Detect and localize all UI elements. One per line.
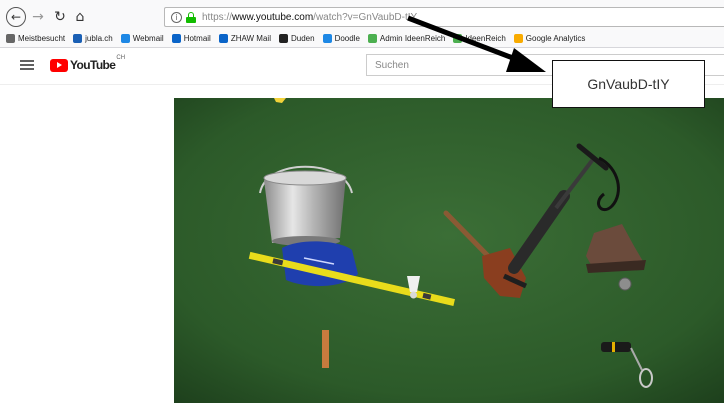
- youtube-play-icon: [50, 58, 68, 72]
- back-arrow-icon[interactable]: ←: [6, 7, 26, 27]
- bookmark-item[interactable]: jubla.ch: [73, 34, 113, 43]
- info-icon[interactable]: i: [171, 11, 182, 23]
- forward-arrow-icon[interactable]: →: [30, 8, 46, 26]
- callout-text: GnVaubD-tIY: [587, 76, 670, 92]
- leaf-icon: [367, 34, 377, 43]
- outlook-icon: [171, 34, 181, 43]
- youtube-region: CH: [116, 55, 126, 61]
- youtube-logo[interactable]: YouTube CH: [50, 55, 126, 73]
- gear-icon: [6, 34, 15, 43]
- bookmark-label: jubla.ch: [85, 34, 113, 43]
- globe-icon: [73, 34, 83, 43]
- bookmark-item[interactable]: ZHAW Mail: [218, 34, 271, 43]
- screenshot-root: ← → ↻ ⌂ i https://www.youtube.com/watch?…: [0, 0, 724, 403]
- search-placeholder: Suchen: [375, 59, 409, 71]
- turf-background: [174, 98, 724, 403]
- reload-icon[interactable]: ↻: [52, 8, 68, 26]
- bookmark-label: ZHAW Mail: [230, 34, 271, 43]
- bookmark-label: IdeenReich: [465, 34, 506, 43]
- petanque-ball: [618, 277, 632, 291]
- bookmark-item[interactable]: Doodle: [322, 34, 360, 43]
- bookmark-item[interactable]: Duden: [278, 34, 315, 43]
- bookmarks-bar: Meistbesucht jubla.ch Webmail Hotmail ZHAW M…: [0, 30, 724, 48]
- outlook-icon: [218, 34, 228, 43]
- bookmark-label: Webmail: [132, 34, 164, 43]
- home-icon[interactable]: ⌂: [72, 8, 88, 26]
- video-player[interactable]: [174, 98, 724, 403]
- doodle-icon: [322, 34, 332, 43]
- bookmark-item[interactable]: Hotmail: [171, 34, 211, 43]
- wooden-stick: [322, 330, 329, 368]
- bookmark-item[interactable]: Webmail: [120, 34, 164, 43]
- lock-icon[interactable]: [186, 11, 196, 23]
- bookmark-label: Admin IdeenReich: [379, 34, 446, 43]
- url-text: https://www.youtube.com/watch?v=GnVaubD-…: [202, 12, 417, 23]
- url-host: www.youtube.com: [232, 11, 314, 23]
- bookmark-item[interactable]: Admin IdeenReich: [367, 34, 446, 43]
- duden-icon: [278, 34, 288, 43]
- metal-bucket: [259, 165, 353, 246]
- bookmark-label: Hotmail: [183, 34, 211, 43]
- bookmark-label: Meistbesucht: [18, 34, 66, 43]
- bookmark-label: Doodle: [334, 34, 360, 43]
- url-path: /watch?v=GnVaubD-tIY: [313, 11, 418, 23]
- bookmark-item[interactable]: IdeenReich: [453, 34, 506, 43]
- url-bar[interactable]: i https://www.youtube.com/watch?v=GnVaub…: [164, 7, 724, 27]
- bookmark-item[interactable]: Google Analytics: [513, 34, 586, 43]
- leaf-icon: [453, 34, 463, 43]
- bookmark-item[interactable]: Meistbesucht: [6, 34, 65, 43]
- mail-icon: [120, 34, 130, 43]
- browser-toolbar: ← → ↻ ⌂ i https://www.youtube.com/watch?…: [0, 0, 724, 30]
- video-frame: [174, 98, 724, 403]
- analytics-icon: [513, 34, 523, 43]
- url-scheme: https://: [202, 11, 233, 23]
- bookmark-label: Google Analytics: [525, 34, 586, 43]
- annotation-callout: GnVaubD-tIY: [552, 60, 705, 108]
- hamburger-menu-icon[interactable]: [20, 60, 34, 70]
- youtube-logo-text: YouTube: [70, 58, 116, 72]
- bookmark-label: Duden: [290, 34, 315, 43]
